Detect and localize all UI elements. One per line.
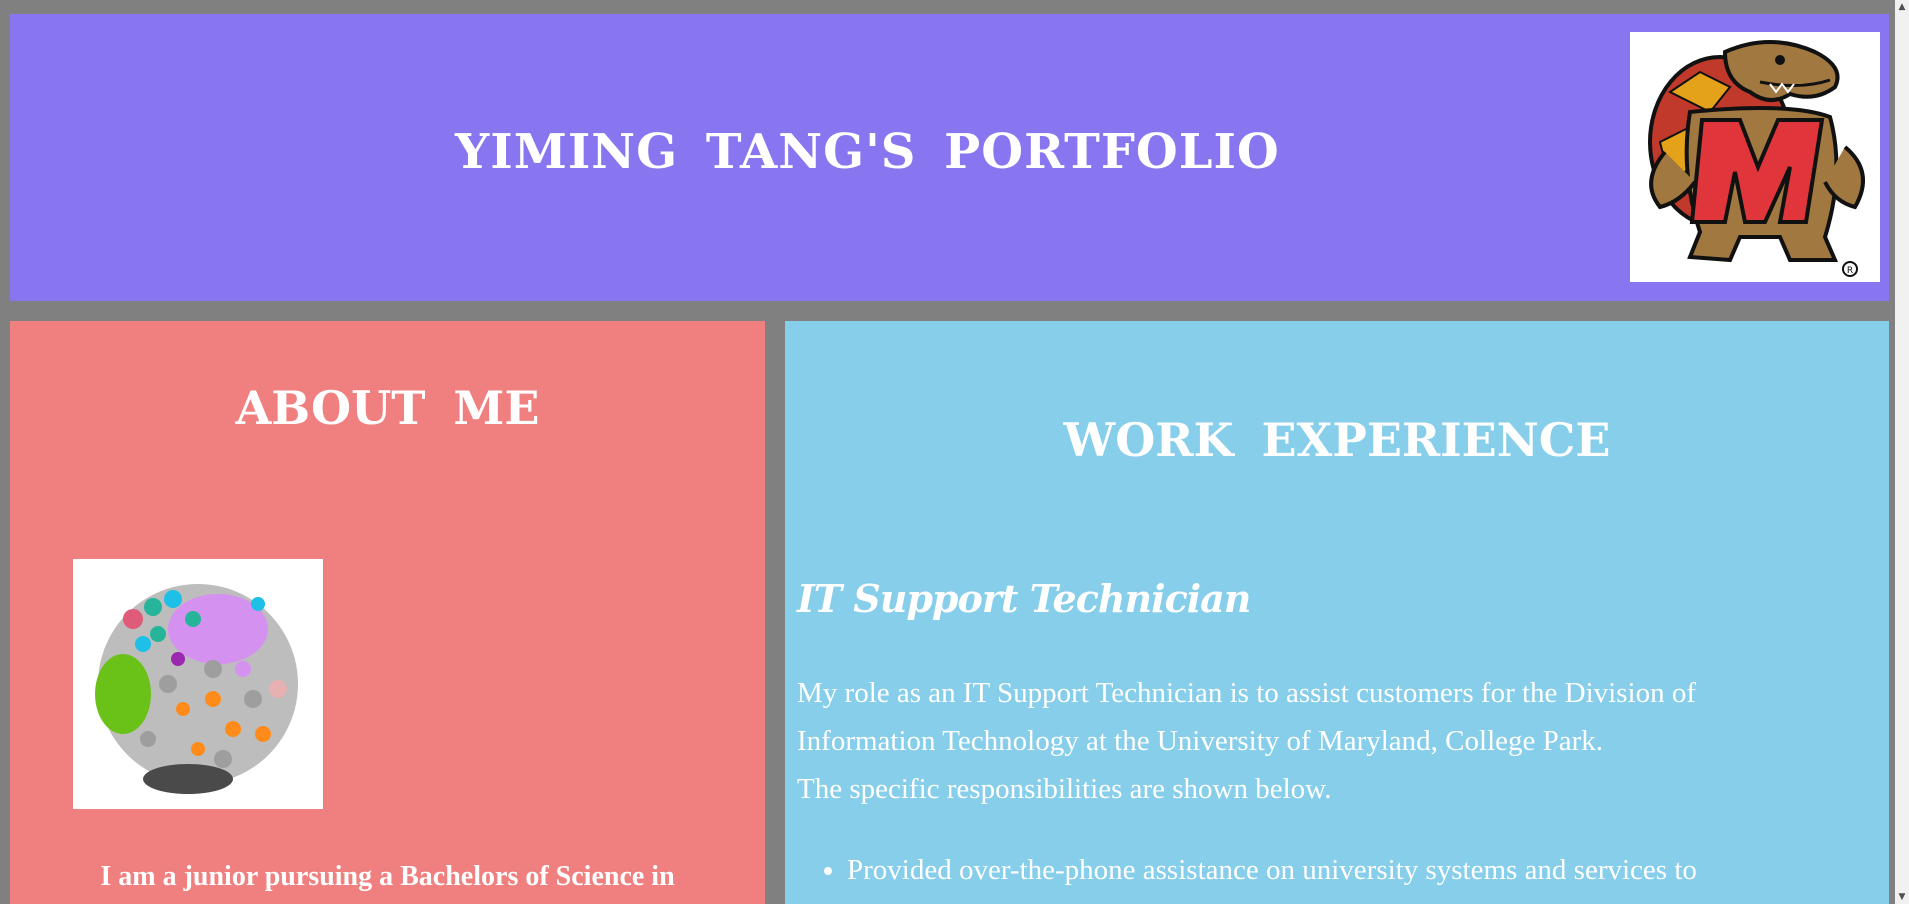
scroll-up-arrow-icon[interactable]: ▲	[1895, 0, 1909, 14]
about-me-heading: ABOUT ME	[235, 381, 540, 435]
svg-text:R: R	[1847, 266, 1853, 276]
site-header: YIMING TANG'S PORTFOLIO R	[10, 14, 1889, 301]
job-title: IT Support Technician	[797, 576, 1251, 621]
list-item: Provided over-the-phone assistance on un…	[847, 846, 1697, 894]
work-experience-section: WORK EXPERIENCE IT Support Technician My…	[785, 321, 1889, 904]
scroll-down-arrow-icon[interactable]: ▼	[1895, 890, 1909, 904]
site-title: YIMING TANG'S PORTFOLIO	[455, 124, 1280, 180]
job-description: My role as an IT Support Technician is t…	[797, 669, 1877, 813]
about-me-section: ABOUT ME I am a junior pursuing a Bachel…	[10, 321, 765, 904]
job-description-line: Information Technology at the University…	[797, 725, 1604, 757]
vertical-scrollbar[interactable]: ▲ ▼	[1895, 0, 1909, 904]
job-description-line: My role as an IT Support Technician is t…	[797, 677, 1696, 709]
maryland-terrapin-logo-icon: R	[1630, 32, 1880, 282]
network-cluster-graph-image	[73, 559, 323, 809]
scroll-thumb[interactable]	[1897, 16, 1907, 876]
portfolio-page: YIMING TANG'S PORTFOLIO R ABOUT ME I am …	[0, 0, 1909, 904]
about-intro-text: I am a junior pursuing a Bachelors of Sc…	[100, 861, 675, 892]
job-description-line: The specific responsibilities are shown …	[797, 773, 1332, 805]
work-experience-heading: WORK EXPERIENCE	[1063, 413, 1611, 467]
responsibilities-list: Provided over-the-phone assistance on un…	[797, 846, 1697, 894]
